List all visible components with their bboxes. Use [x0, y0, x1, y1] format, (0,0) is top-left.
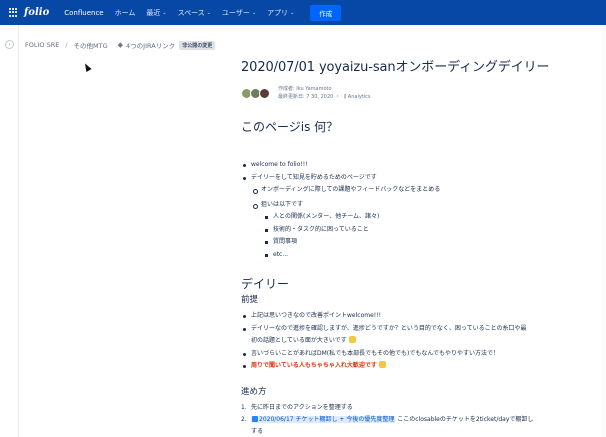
jira-icon: ◆: [117, 41, 124, 49]
breadcrumb: FOLIO SRE / その他MTG ◆ 4つのJIRAリンク 非公開の変更: [25, 40, 216, 50]
site-logo[interactable]: folio: [24, 7, 49, 18]
app-switcher-icon[interactable]: [9, 8, 18, 17]
nav-item-people[interactable]: ユーザー ⌄: [222, 8, 256, 18]
steps-list: 1. 先に昨日までのアクションを整理する 2. 2020/06/17 チケット棚卸し…: [241, 402, 581, 437]
page-icon: [252, 415, 258, 422]
chevron-down-icon: ⌄: [206, 9, 211, 16]
chevron-down-icon: ⌄: [162, 9, 167, 16]
nav-item-label: アプリ: [267, 8, 289, 17]
nav-item-label: ユーザー: [221, 8, 250, 17]
page-link-label: 2020/06/17 チケット棚卸し + 今後の優先度整理: [259, 415, 395, 423]
section-heading: デイリー: [241, 277, 290, 291]
avatar[interactable]: [259, 87, 270, 99]
emoji-icon: [378, 361, 386, 368]
nav-item-label: スペース: [177, 8, 205, 17]
list-item: デイリーなので進捗を確認しますが、進捗どうですか？という目的でなく、困っているこ…: [241, 323, 581, 348]
nav-item-recent[interactable]: 最近 ⌄: [146, 8, 166, 18]
list-item-text: 初の話題としている面が大きいです: [251, 337, 347, 344]
nav-item-home[interactable]: ホーム: [115, 8, 136, 18]
list-item: 上記は思いつきなので改善ポイントwelcome!!!: [241, 310, 581, 323]
scrollbar[interactable]: [602, 25, 606, 437]
step-number: 1.: [241, 403, 247, 411]
page-byline: 作成者: Iku Yamamoto 最終更新日: 7 30, 2020 ・ ⫼ A…: [241, 85, 581, 101]
breadcrumb-separator: /: [65, 41, 68, 49]
list-item: welcome to folio!!!: [241, 159, 581, 172]
page-meta: 作成者: Iku Yamamoto 最終更新日: 7 30, 2020 ・ ⫼ A…: [278, 85, 371, 101]
section-heading: このページis 何？: [241, 120, 339, 134]
product-name[interactable]: Confluence: [64, 9, 103, 17]
contributor-avatars[interactable]: [241, 87, 270, 99]
step-text: 先に昨日までのアクションを整理する: [251, 403, 353, 411]
sidebar-divider: [18, 25, 19, 437]
list-item: 周りで聞いている人もちゃちゃ入れ大歓迎です: [241, 360, 581, 373]
chevron-down-icon: ⌄: [251, 9, 257, 16]
create-button[interactable]: 作成: [310, 4, 342, 21]
breadcrumb-parent[interactable]: その他MTG: [74, 40, 108, 50]
list-item: 狙いは以下です: [241, 199, 581, 212]
list-item: デイリーをして知見を貯めるためのページです: [241, 172, 581, 185]
nav-item-spaces[interactable]: スペース ⌄: [178, 8, 211, 18]
step-number: 2.: [241, 415, 247, 423]
list-item-text: デイリーなので進捗を確認しますが、進捗どうですか？という目的でなく、困っているこ…: [251, 324, 527, 332]
expand-sidebar-icon[interactable]: ›: [5, 40, 14, 49]
mouse-cursor: [82, 62, 92, 72]
page-link[interactable]: 2020/06/17 チケット棚卸し + 今後の優先度整理: [251, 415, 396, 423]
unpublished-changes-badge[interactable]: 非公開の変更: [179, 40, 216, 50]
list-item: etc...: [241, 249, 581, 262]
list-item: 言いづらいことがあればDM(私でも本部長でもその他でも)でもなんでもやりやすい方…: [241, 348, 581, 361]
list-item: オンボーディングに際しての課題やフィードバックなどをまとめる: [241, 184, 581, 197]
chevron-down-icon: ⌄: [290, 9, 295, 16]
premise-list: 上記は思いつきなので改善ポイントwelcome!!! デイリーなので進捗を確認し…: [241, 310, 581, 373]
updated-date[interactable]: 最終更新日: 7 30, 2020 ・: [278, 94, 340, 100]
page-content: 2020/07/01 yoyaizu-sanオンボーディングデイリー 作成者: …: [241, 56, 581, 437]
analytics-label: Analytics: [347, 94, 371, 100]
list-item-text: 周りで聞いている人もちゃちゃ入れ大歓迎です: [251, 362, 377, 369]
step-text: ここのclosableのチケットを2ticket/dayで棚卸し: [397, 415, 534, 423]
list-item-continuation: する: [251, 427, 264, 435]
intro-list: welcome to folio!!! デイリーをして知見を貯めるためのページで…: [241, 159, 581, 261]
list-item: 技術的・タスク的に困っていること: [241, 224, 581, 237]
list-item: 人との関係(メンター、他チーム、諸々): [241, 211, 581, 224]
updated-line: 最終更新日: 7 30, 2020 ・ ⫼ Analytics: [278, 93, 371, 101]
list-item: 質問事項: [241, 236, 581, 249]
subsection-heading: 前提: [241, 295, 259, 305]
nav-item-label: ホーム: [114, 8, 136, 17]
nav-item-label: 最近: [146, 8, 161, 17]
breadcrumb-space[interactable]: FOLIO SRE: [25, 41, 59, 49]
emoji-icon: [348, 336, 356, 343]
page-title: 2020/07/01 yoyaizu-sanオンボーディングデイリー: [241, 60, 550, 75]
subsection-heading: 進め方: [241, 386, 267, 397]
author-line: 作成者: Iku Yamamoto: [278, 86, 332, 92]
top-navigation: folio Confluence ホーム 最近 ⌄ スペース ⌄ ユーザー ⌄ アプリ…: [0, 0, 606, 25]
jira-links-label: 4つのJIRAリンク: [126, 42, 176, 50]
analytics-link[interactable]: ⫼ Analytics: [344, 94, 371, 100]
jira-links[interactable]: ◆ 4つのJIRAリンク: [118, 40, 176, 50]
list-item: 2. 2020/06/17 チケット棚卸し + 今後の優先度整理 ここのclosa…: [241, 414, 581, 426]
nav-item-apps[interactable]: アプリ ⌄: [267, 8, 294, 18]
list-item: 1. 先に昨日までのアクションを整理する: [241, 402, 581, 414]
